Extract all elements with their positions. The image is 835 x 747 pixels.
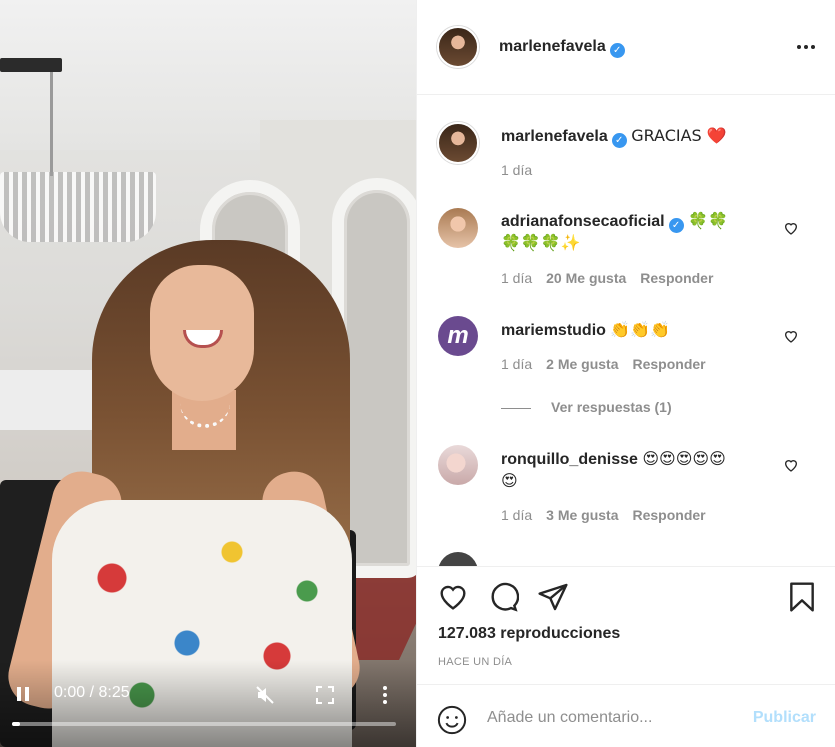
reply-button[interactable]: Responder xyxy=(633,356,706,372)
avatar[interactable] xyxy=(437,26,479,68)
comments-list[interactable]: marlenefavela ✓ GRACIAS ❤️ 1 día adrianaf… xyxy=(417,96,835,566)
comment-username[interactable]: mariemstudio xyxy=(501,322,606,339)
comment-username[interactable]: marlenefavela xyxy=(501,128,608,145)
share-paper-plane-icon[interactable] xyxy=(537,581,569,613)
comment-text: 👏👏👏 xyxy=(610,320,671,339)
comment-likes[interactable]: 2 Me gusta xyxy=(546,356,618,372)
post-panel: marlenefavela ✓ marlenefavela ✓ GRACIAS ❤️… xyxy=(416,0,835,747)
avatar[interactable] xyxy=(438,552,478,566)
comment-username[interactable]: ronquillo_denisse xyxy=(501,451,638,468)
pause-button[interactable] xyxy=(10,682,36,708)
comment-body: adrianafonsecaoficial ✓ 🍀🍀 xyxy=(501,211,728,233)
post-timestamp[interactable]: HACE UN DÍA xyxy=(438,656,512,668)
comment-meta: 1 día 20 Me gusta Responder xyxy=(501,270,713,286)
comment-time: 1 día xyxy=(501,356,533,372)
save-bookmark-icon[interactable] xyxy=(786,581,818,613)
reply-button[interactable]: Responder xyxy=(640,270,713,286)
video-frame-chandelier-cord xyxy=(50,72,53,176)
comment-meta: 1 día xyxy=(501,162,532,178)
like-comment-heart-icon[interactable] xyxy=(783,220,799,236)
video-frame-chandelier-mount xyxy=(0,58,62,72)
avatar[interactable] xyxy=(438,208,478,248)
comment-meta: 1 día 3 Me gusta Responder xyxy=(501,507,706,523)
comment-time: 1 día xyxy=(501,162,533,178)
view-replies-button[interactable]: Ver respuestas (1) xyxy=(501,399,672,415)
more-horizontal-icon xyxy=(797,45,815,49)
avatar[interactable]: m xyxy=(438,316,478,356)
video-frame-chandelier xyxy=(0,172,156,242)
verified-badge-icon: ✓ xyxy=(668,218,684,233)
fullscreen-icon xyxy=(316,686,334,704)
comment-username[interactable]: adrianafonsecaoficial xyxy=(501,213,665,230)
pause-icon xyxy=(15,686,31,704)
view-count[interactable]: 127.083 reproducciones xyxy=(438,625,620,643)
video-progress-fill xyxy=(12,722,20,726)
like-heart-icon[interactable] xyxy=(437,581,469,613)
comment-time: 1 día xyxy=(501,507,533,523)
more-vertical-icon xyxy=(383,686,387,704)
comment-text: 🍀🍀 xyxy=(688,211,728,230)
comment-input[interactable] xyxy=(487,703,737,733)
comment-text: GRACIAS ❤️ xyxy=(631,126,727,145)
volume-muted-icon xyxy=(256,686,274,704)
comment-text-continued: 😍 xyxy=(501,471,518,490)
verified-badge-icon: ✓ xyxy=(611,133,627,148)
fullscreen-button[interactable] xyxy=(312,682,338,708)
video-player[interactable]: 0:00 / 8:25 xyxy=(0,0,416,747)
emoji-smiley-icon[interactable] xyxy=(437,705,467,735)
like-comment-heart-icon[interactable] xyxy=(783,328,799,344)
video-progress-bar[interactable] xyxy=(12,722,396,726)
comment-composer: Publicar xyxy=(417,684,835,747)
video-time: 0:00 / 8:25 xyxy=(54,684,130,701)
comment-body: mariemstudio 👏👏👏 xyxy=(501,320,670,340)
comment-body: ronquillo_denisse 😍😍😍😍😍 xyxy=(501,449,726,469)
more-options-button[interactable] xyxy=(796,36,816,50)
publish-button[interactable]: Publicar xyxy=(753,709,816,727)
reply-button[interactable]: Responder xyxy=(633,507,706,523)
comment-likes[interactable]: 20 Me gusta xyxy=(546,270,626,286)
video-controls-bar xyxy=(0,660,416,747)
video-more-button[interactable] xyxy=(372,682,398,708)
comment-body: marlenefavela ✓ GRACIAS ❤️ xyxy=(501,126,727,148)
comment-likes[interactable]: 3 Me gusta xyxy=(546,507,618,523)
comment-time: 1 día xyxy=(501,270,533,286)
comment-text: 😍😍😍😍😍 xyxy=(642,449,726,468)
mute-button[interactable] xyxy=(252,682,278,708)
verified-badge-icon: ✓ xyxy=(609,43,625,58)
comment-bubble-icon[interactable] xyxy=(487,581,519,613)
like-comment-heart-icon[interactable] xyxy=(783,457,799,473)
comment-text-continued: 🍀🍀🍀✨ xyxy=(501,233,581,252)
avatar[interactable] xyxy=(437,122,479,164)
avatar[interactable] xyxy=(438,445,478,485)
comment-meta: 1 día 2 Me gusta Responder xyxy=(501,356,706,372)
post-author[interactable]: marlenefavela ✓ xyxy=(499,38,625,58)
post-actions: 127.083 reproducciones HACE UN DÍA xyxy=(417,566,835,684)
post-header: marlenefavela ✓ xyxy=(417,0,835,95)
post-author-name[interactable]: marlenefavela xyxy=(499,38,606,55)
